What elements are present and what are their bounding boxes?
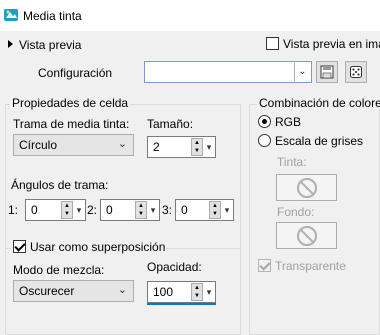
checkbox-box[interactable] <box>266 37 279 50</box>
no-symbol-icon <box>297 226 317 246</box>
color-mode-title: Combinación de colore <box>257 96 380 110</box>
angles-title: Ángulos de trama: <box>11 178 109 192</box>
spin-arrows-icon[interactable]: ▲ ▼ <box>209 201 221 219</box>
blend-label: Modo de mezcla: <box>13 263 105 277</box>
chevron-down-icon[interactable]: ⌄ <box>294 63 310 81</box>
angle-3-value: 0 <box>181 203 188 217</box>
chevron-down-icon[interactable]: ▾ <box>148 201 158 219</box>
pattern-label: Trama de media tinta: <box>13 117 130 131</box>
expand-arrow-icon <box>8 40 13 48</box>
checkbox-box[interactable] <box>258 259 271 272</box>
ink-color-swatch[interactable] <box>276 174 337 201</box>
app-icon <box>4 9 18 21</box>
angle-1-value: 0 <box>31 203 38 217</box>
angle-2-value: 0 <box>106 203 113 217</box>
blend-value: Oscurecer <box>19 284 75 298</box>
spin-arrows-icon[interactable]: ▲ ▼ <box>61 201 73 219</box>
size-spinner[interactable]: 2 ▲ ▼ ▾ <box>147 136 216 158</box>
transparent-checkbox[interactable]: Transparente <box>258 259 346 273</box>
save-icon <box>320 65 334 79</box>
preview-toggle[interactable]: Vista previa <box>8 38 81 52</box>
chevron-down-icon[interactable]: ▾ <box>222 201 232 219</box>
config-combo[interactable]: ⌄ <box>144 61 312 83</box>
angle-3-label: 3: <box>162 203 173 217</box>
window-title: Media tinta <box>23 9 82 23</box>
ink-label: Tinta: <box>277 155 307 169</box>
opacity-value: 100 <box>153 285 174 299</box>
grayscale-radio[interactable]: Escala de grises <box>258 134 363 148</box>
transparent-label: Transparente <box>275 259 346 273</box>
size-label: Tamaño: <box>147 117 194 131</box>
spin-arrows-icon[interactable]: ▲ ▼ <box>191 138 203 156</box>
angle-3-spinner[interactable]: 0 ▲ ▼ ▾ <box>175 199 234 221</box>
pattern-select[interactable]: Círculo ⌄ <box>13 134 134 156</box>
angle-1-label: 1: <box>8 203 19 217</box>
opacity-focus-underline <box>147 303 216 305</box>
preview-label: Vista previa <box>19 38 82 52</box>
rgb-label: RGB <box>275 115 302 129</box>
overlay-checkbox[interactable]: Usar como superposición <box>11 240 168 254</box>
angles-row: 1: 0 ▲ ▼ ▾ 2: 0 ▲ ▼ ▾ 3: 0 ▲ ▼ ▾ <box>6 199 242 225</box>
opacity-spinner[interactable]: 100 ▲ ▼ ▾ <box>147 281 216 303</box>
live-preview-checkbox[interactable]: Vista previa en ima <box>266 37 380 51</box>
blend-select[interactable]: Oscurecer ⌄ <box>13 280 134 302</box>
angle-2-label: 2: <box>87 203 98 217</box>
opacity-label: Opacidad: <box>147 260 202 274</box>
grayscale-label: Escala de grises <box>275 134 364 148</box>
size-value: 2 <box>153 140 160 154</box>
radio-dot[interactable] <box>258 115 271 128</box>
spin-arrows-icon[interactable]: ▲ ▼ <box>135 201 147 219</box>
chevron-down-icon[interactable]: ▾ <box>204 138 214 156</box>
pattern-value: Círculo <box>19 138 58 152</box>
title-bar: Media tinta <box>0 0 380 31</box>
no-symbol-icon <box>297 178 317 198</box>
chevron-down-icon: ⌄ <box>117 284 127 296</box>
randomize-button[interactable] <box>345 61 367 83</box>
chevron-down-icon[interactable]: ▾ <box>204 283 214 301</box>
background-label: Fondo: <box>277 205 315 219</box>
checkbox-box[interactable] <box>13 240 26 253</box>
config-label: Configuración <box>38 66 113 80</box>
rgb-radio[interactable]: RGB <box>258 115 301 129</box>
chevron-down-icon[interactable]: ▾ <box>74 201 84 219</box>
overlay-label: Usar como superposición <box>30 240 166 254</box>
angle-2-spinner[interactable]: 0 ▲ ▼ ▾ <box>100 199 160 221</box>
save-preset-button[interactable] <box>316 61 338 83</box>
background-color-swatch[interactable] <box>276 222 337 249</box>
live-preview-label: Vista previa en ima <box>283 37 380 51</box>
chevron-down-icon: ⌄ <box>117 138 127 150</box>
radio-dot[interactable] <box>258 134 271 147</box>
spin-arrows-icon[interactable]: ▲ ▼ <box>191 283 203 301</box>
random-dice-icon <box>350 66 362 78</box>
cell-properties-title: Propiedades de celda <box>10 96 131 110</box>
angle-1-spinner[interactable]: 0 ▲ ▼ ▾ <box>25 199 86 221</box>
